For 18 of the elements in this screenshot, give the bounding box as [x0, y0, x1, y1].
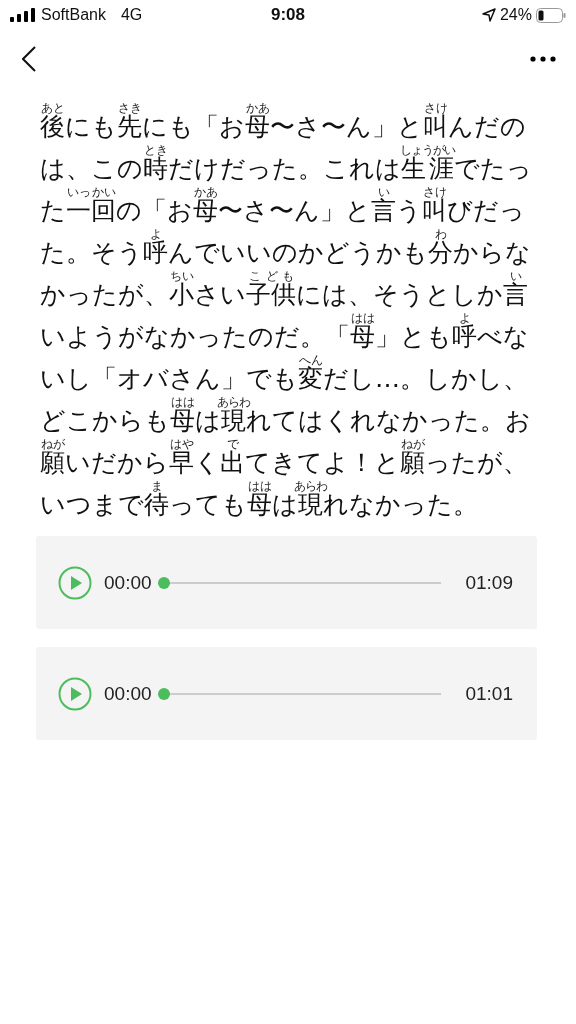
location-arrow-icon [481, 8, 496, 22]
more-icon[interactable] [530, 56, 556, 62]
back-icon[interactable] [22, 46, 36, 72]
network-type: 4G [120, 6, 143, 24]
battery-icon [536, 7, 566, 23]
story-paragraph: 後 あと にも 先 さき にも「お母 かあ 〜さ〜ん」と 叫 さけ んだのは、この時 とき だけだった。これは生涯 しょうがい でたった一回 いっかい の「お母 かあ 〜さ〜ん」と 言 い う 叫 さけ びだった。そう 呼 よ んでいいのかどうかも分 わ からなかったが、小 ちい さい子供 こども には、そうとしか言 い いようがなかったのだ。「母 はは 」とも 呼 よ べないし「オバさん」でも 変 へん だし…。しかし、どこからも母 はは は現 あらわ れてはくれなかった。お 願 ねが いだから早 はや く 出 で てきてよ！と 願 ねが ったが、いつまで待 ま っても母 はは は現 あらわ れなかった。 [40, 102, 532, 521]
duration-time: 01:01 [465, 682, 513, 705]
signal-icon [10, 8, 36, 22]
battery-percent: 24% [499, 6, 532, 24]
progress-thumb[interactable] [157, 576, 170, 589]
progress-thumb[interactable] [157, 687, 170, 700]
carrier-name: SoftBank [41, 6, 106, 24]
current-time: 00:00 [104, 571, 152, 594]
current-time: 00:00 [104, 682, 152, 705]
clock-time: 9:08 [270, 5, 305, 24]
play-icon[interactable] [58, 676, 92, 711]
duration-time: 01:09 [465, 571, 513, 594]
play-icon[interactable] [58, 565, 92, 600]
